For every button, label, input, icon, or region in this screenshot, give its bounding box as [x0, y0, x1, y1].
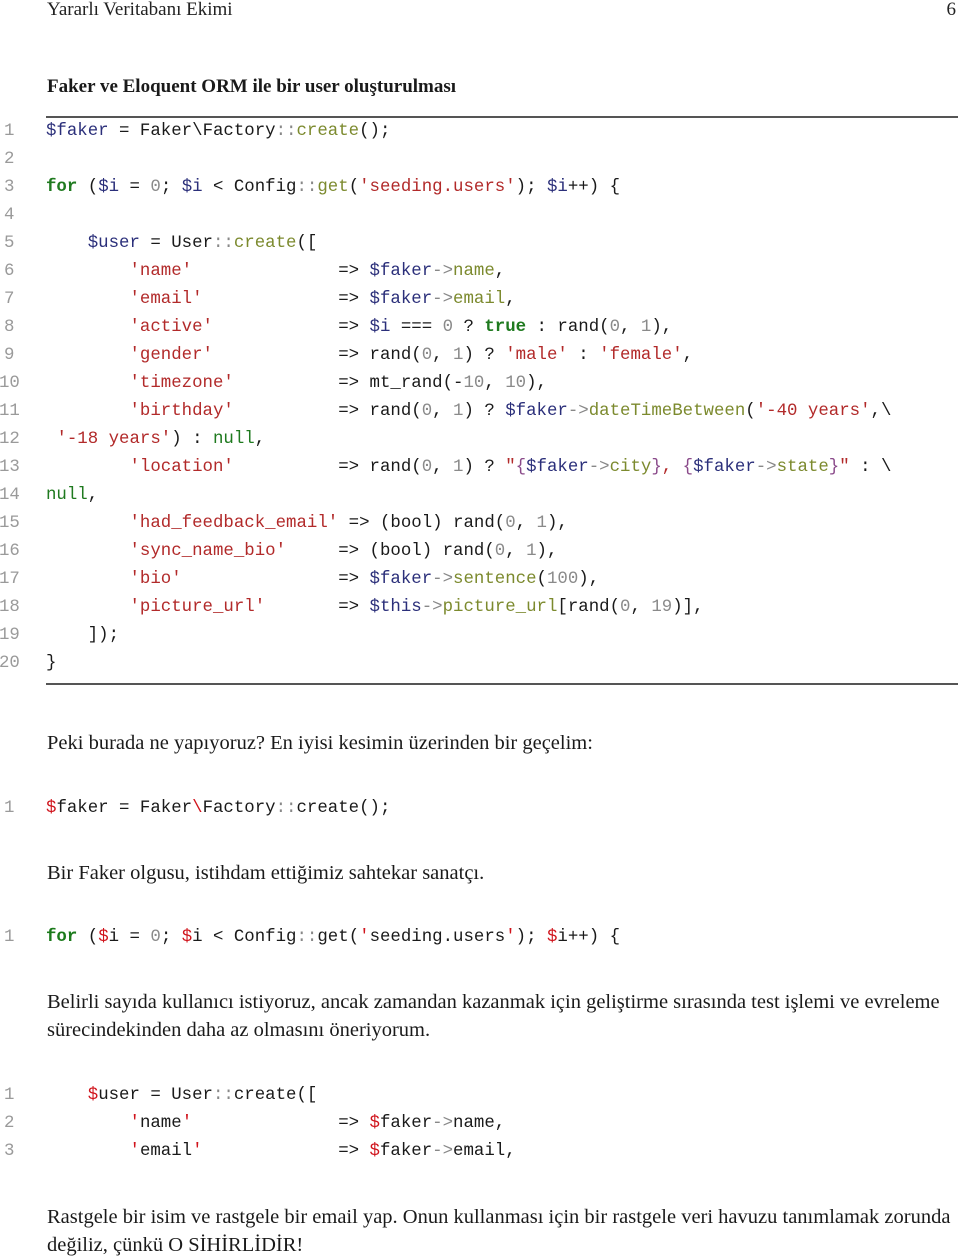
code-text: 'picture_url' => $this->picture_url[rand… — [129, 598, 704, 617]
paragraph-user-count: Belirli sayıda kullanıcı istiyoruz, anca… — [47, 991, 940, 1041]
code-line: 15 'had_feedback_email' => (bool) rand(0… — [0, 510, 960, 538]
running-title: Yararlı Veritabanı Ekimi — [47, 0, 233, 20]
code-text: 'bio' => $faker->sentence(100), — [129, 570, 600, 589]
code-line: 20} — [0, 650, 960, 678]
code-line: 2 — [0, 146, 960, 174]
code-line: 11 'birthday' => rand(0, 1) ? $faker->da… — [0, 398, 960, 426]
code-text: 'location' => rand(0, 1) ? "{$faker->cit… — [129, 458, 892, 477]
code-text: 'birthday' => rand(0, 1) ? $faker->dateT… — [129, 402, 892, 421]
line-number: 1 — [4, 122, 15, 141]
line-number: 16 — [0, 542, 20, 561]
code-text: } — [46, 654, 57, 673]
code-line: 4 — [0, 202, 960, 230]
line-number: 3 — [4, 1142, 15, 1161]
code-text: 'email' => $faker->email, — [129, 290, 516, 309]
code-text: 'had_feedback_email' => (bool) rand(0, 1… — [129, 514, 568, 533]
code-line: 1 $faker = Faker\Factory::create(); — [0, 795, 960, 823]
code-text: 'active' => $i === 0 ? true : rand(0, 1)… — [129, 318, 673, 337]
line-number: 20 — [0, 654, 20, 673]
code-text: $faker = Faker\Factory::create(); — [46, 122, 391, 141]
code-text: 'name' => $faker->name, — [129, 1114, 506, 1133]
code-text: 'timezone' => mt_rand(-10, 10), — [129, 374, 547, 393]
code-text: ]); — [46, 626, 120, 645]
code-line: 16 'sync_name_bio' => (bool) rand(0, 1), — [0, 538, 960, 566]
code-text: null, — [46, 486, 99, 505]
code-line: 1 $faker = Faker\Factory::create(); — [0, 118, 960, 146]
line-number: 1 — [4, 928, 15, 947]
listing-bottom-rule — [46, 683, 958, 685]
code-line: 7 'email' => $faker->email, — [0, 286, 960, 314]
line-number: 19 — [0, 626, 20, 645]
code-text: 'email' => $faker->email, — [129, 1142, 516, 1161]
paragraph-faker-instance: Bir Faker olgusu, istihdam ettiğimiz sah… — [47, 862, 485, 884]
line-number: 13 — [0, 458, 20, 477]
line-number: 6 — [4, 262, 15, 281]
code-text: $faker = Faker\Factory::create(); — [46, 799, 391, 818]
code-text: 'sync_name_bio' => (bool) rand(0, 1), — [129, 542, 558, 561]
code-line: 10 'timezone' => mt_rand(-10, 10), — [0, 370, 960, 398]
code-line: 3 'email' => $faker->email, — [0, 1138, 960, 1166]
line-number: 7 — [4, 290, 15, 309]
line-number: 4 — [4, 206, 15, 225]
code-text: $user = User::create([ — [87, 234, 318, 253]
line-number: 8 — [4, 318, 15, 337]
line-number: 5 — [4, 234, 15, 253]
paragraph-intro: Peki burada ne yapıyoruz? En iyisi kesim… — [47, 732, 593, 754]
code-line: 1 $user = User::create([ — [0, 1082, 960, 1110]
code-line: 3 for ($i = 0; $i < Config::get('seeding.… — [0, 174, 960, 202]
page-number: 6 — [946, 0, 957, 20]
paragraph-random-data: Rastgele bir isim ve rastgele bir email … — [47, 1206, 951, 1256]
code-line: 19 ]); — [0, 622, 960, 650]
line-number: 1 — [4, 799, 15, 818]
code-text: 'gender' => rand(0, 1) ? 'male' : 'femal… — [129, 346, 694, 365]
line-number: 15 — [0, 514, 20, 533]
line-number: 11 — [0, 402, 20, 421]
code-line: 18 'picture_url' => $this->picture_url[r… — [0, 594, 960, 622]
line-number: 2 — [4, 1114, 15, 1133]
line-number: 2 — [4, 150, 15, 169]
line-number: 3 — [4, 178, 15, 197]
code-line: 6 'name' => $faker->name, — [0, 258, 960, 286]
code-line: 8 'active' => $i === 0 ? true : rand(0, … — [0, 314, 960, 342]
line-number: 1 — [4, 1086, 15, 1105]
code-line: 14 null, — [0, 482, 960, 510]
code-line: 2 'name' => $faker->name, — [0, 1110, 960, 1138]
line-number: 18 — [0, 598, 20, 617]
code-line: 17 'bio' => $faker->sentence(100), — [0, 566, 960, 594]
listing-caption: Faker ve Eloquent ORM ile bir user oluşt… — [47, 76, 457, 97]
code-line: 12 '-18 years') : null, — [0, 426, 960, 454]
line-number: 12 — [0, 430, 20, 449]
line-number: 17 — [0, 570, 20, 589]
code-text: for ($i = 0; $i < Config::get('seeding.u… — [46, 178, 621, 197]
line-number: 10 — [0, 374, 20, 393]
code-text: 'name' => $faker->name, — [129, 262, 506, 281]
code-text: $user = User::create([ — [87, 1086, 318, 1105]
line-number: 9 — [4, 346, 15, 365]
code-line: 9 'gender' => rand(0, 1) ? 'male' : 'fem… — [0, 342, 960, 370]
code-text: '-18 years') : null, — [56, 430, 266, 449]
code-text: for ($i = 0; $i < Config::get('seeding.u… — [46, 928, 621, 947]
code-line: 5 $user = User::create([ — [0, 230, 960, 258]
page-header: Yararlı Veritabanı Ekimi 6 — [47, 0, 956, 22]
code-line: 1 for ($i = 0; $i < Config::get('seeding.… — [0, 924, 960, 952]
code-line: 13 'location' => rand(0, 1) ? "{$faker->… — [0, 454, 960, 482]
line-number: 14 — [0, 486, 20, 505]
